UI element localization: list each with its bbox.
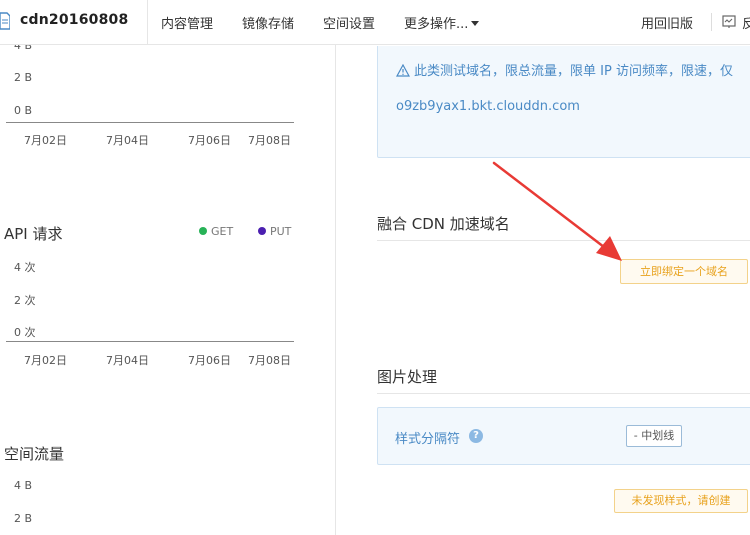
legend-dot-icon [199,227,207,235]
cdn-domain-title: 融合 CDN 加速域名 [377,215,510,233]
feedback-link[interactable]: 反 [742,13,750,32]
nav-content-management[interactable]: 内容管理 [161,13,213,32]
legend-get[interactable]: GET [199,225,233,238]
y-tick: 2 B [14,512,33,525]
brand-area: cdn20160808 [0,0,148,45]
x-tick: 7月08日 [248,354,291,367]
image-processing-title: 图片处理 [377,368,438,386]
nav-mirror-storage[interactable]: 镜像存储 [242,13,294,32]
y-tick: 2 次 [14,294,36,307]
y-tick: 0 B [14,104,33,117]
top-navbar: cdn20160808 内容管理 镜像存储 空间设置 更多操作... 用回旧版 … [0,0,750,45]
section-divider [377,240,750,241]
x-tick: 7月08日 [248,134,291,147]
x-axis-line [6,341,294,342]
feedback-icon[interactable] [722,15,736,29]
legacy-version-link[interactable]: 用回旧版 [641,13,693,32]
bind-domain-button[interactable]: 立即绑定一个域名 [620,259,748,284]
test-domain-url[interactable]: o9zb9yax1.bkt.clouddn.com [396,99,580,114]
section-divider [377,393,750,394]
style-separator-box: 样式分隔符 ? - 中划线 [377,407,750,465]
x-tick: 7月06日 [188,134,231,147]
bucket-traffic-title: 空间流量 [4,445,65,463]
nav-more-actions[interactable]: 更多操作... [404,13,480,32]
help-icon[interactable]: ? [469,429,483,443]
stats-panel: 4 B 2 B 0 B 7月02日 7月04日 7月06日 7月08日 API … [0,45,336,535]
bucket-name[interactable]: cdn20160808 [20,12,128,28]
y-tick: 4 B [14,45,33,52]
bucket-icon [0,12,10,30]
style-separator-label: 样式分隔符 [395,432,461,447]
test-domain-warning-text: 此类测试域名，限总流量，限单 IP 访问频率，限速，仅 [414,64,733,79]
x-tick: 7月06日 [188,354,231,367]
nav-divider [711,13,712,31]
x-tick: 7月02日 [24,354,67,367]
y-tick: 2 B [14,71,33,84]
create-style-button[interactable]: 未发现样式，请创建 [614,489,748,513]
legend-put[interactable]: PUT [258,225,291,238]
y-tick: 4 次 [14,261,36,274]
test-domain-warning: 此类测试域名，限总流量，限单 IP 访问频率，限速，仅 [396,60,733,79]
legend-get-label: GET [211,225,234,238]
test-domain-box: 此类测试域名，限总流量，限单 IP 访问频率，限速，仅 o9zb9yax1.bk… [377,46,750,158]
warning-icon [396,64,410,77]
x-axis-line [6,122,294,123]
y-tick: 4 B [14,479,33,492]
x-tick: 7月04日 [106,134,149,147]
nav-more-actions-label: 更多操作... [404,17,469,32]
x-tick: 7月04日 [106,354,149,367]
caret-down-icon [471,21,480,26]
api-requests-title: API 请求 [4,225,63,243]
nav-bucket-settings[interactable]: 空间设置 [323,13,375,32]
legend-put-label: PUT [270,225,292,238]
legend-dot-icon [258,227,266,235]
style-separator-select[interactable]: - 中划线 [626,425,682,447]
y-tick: 0 次 [14,326,36,339]
x-tick: 7月02日 [24,134,67,147]
